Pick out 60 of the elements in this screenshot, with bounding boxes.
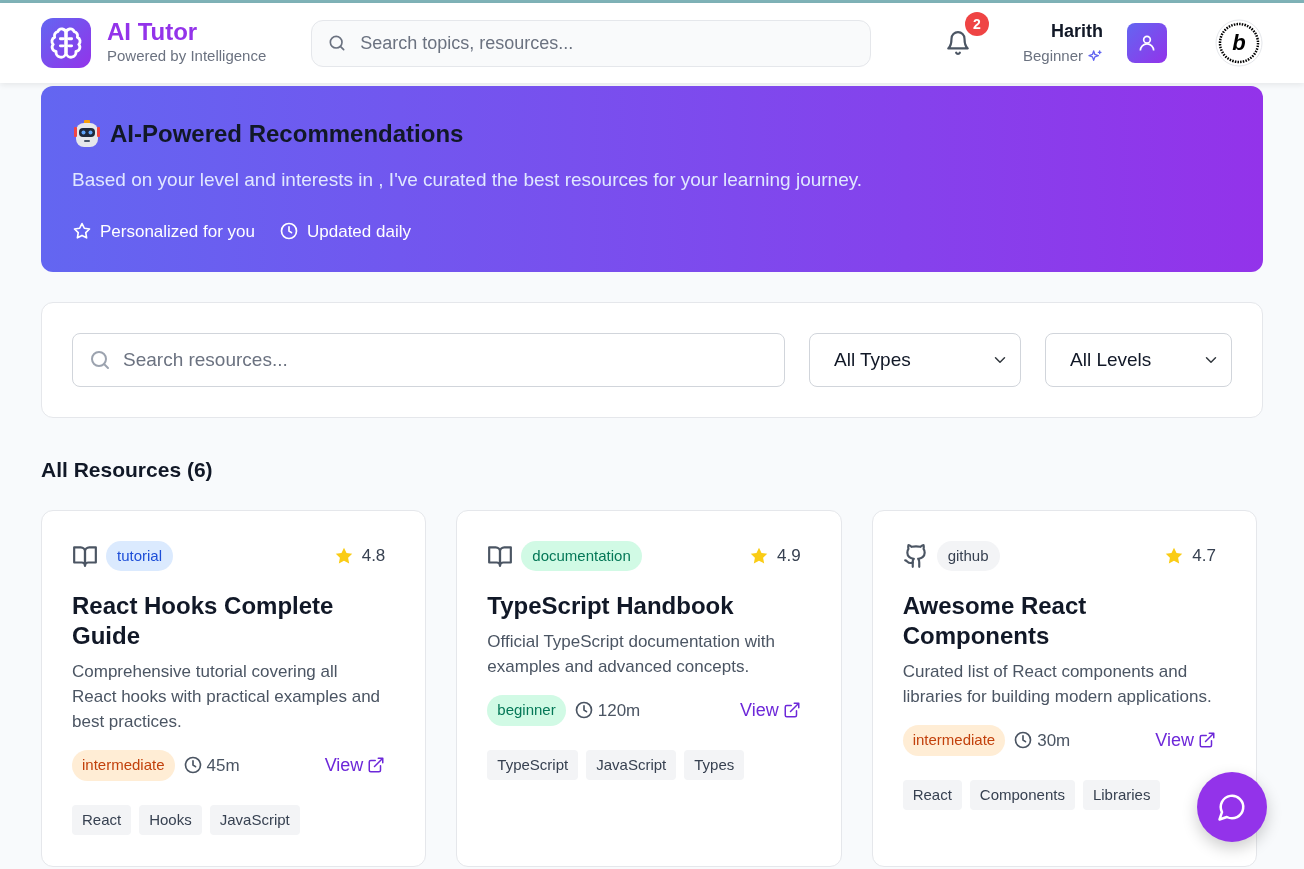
user-name: Harith — [1050, 20, 1103, 44]
topic-tag: Hooks — [139, 804, 202, 835]
type-tag: tutorial — [106, 540, 174, 571]
resource-title: Awesome React Components — [902, 591, 1088, 651]
level-tag: beginner — [487, 695, 566, 726]
search-field[interactable]: Search topics, resources... — [311, 19, 872, 67]
robot-icon — [72, 119, 102, 149]
external-link-icon — [367, 756, 386, 775]
external-link-icon — [782, 701, 801, 720]
logo-icon — [41, 18, 91, 68]
topic-tag: JavaScript — [586, 749, 677, 780]
rating-value: 4.7 — [1192, 545, 1216, 567]
level-select[interactable]: All Levels — [1045, 333, 1232, 387]
notification-count: 2 — [964, 12, 989, 36]
app-tagline: Powered by Intelligence — [107, 45, 267, 66]
user-icon — [1137, 33, 1157, 53]
app-name: AI Tutor — [107, 18, 199, 45]
duration-text: 120m — [597, 699, 641, 722]
topic-tag: TypeScript — [487, 749, 579, 780]
view-link[interactable]: View — [739, 696, 801, 724]
level-tag: intermediate — [72, 750, 175, 781]
topic-tag: React — [902, 779, 962, 810]
feature-label: Personalized for you — [100, 220, 255, 243]
banner-text: Based on your level and interests in , I've curated the best resources for your learning journey. — [72, 168, 864, 192]
star-icon — [72, 221, 92, 242]
resource-title: React Hooks Complete Guide — [72, 591, 335, 651]
duration-text: 45m — [206, 754, 240, 777]
resource-search-field[interactable]: Search resources... — [72, 333, 785, 387]
topic-tag: Libraries — [1082, 779, 1161, 810]
user-level: Beginner — [1022, 46, 1083, 67]
type-tag: github — [936, 540, 1000, 571]
made-with-badge[interactable]: b — [1215, 19, 1263, 67]
topic-tag: React — [72, 804, 132, 835]
topic-tag: JavaScript — [209, 804, 300, 835]
resource-description: Official TypeScript documentation with examples and advanced concepts. — [487, 631, 776, 678]
rating-value: 4.8 — [361, 545, 386, 567]
resource-description: Comprehensive tutorial covering all React hooks with practical examples and best practices. — [72, 661, 382, 733]
banner-title: AI-Powered Recommendations — [110, 119, 464, 149]
clock-icon — [1013, 730, 1034, 751]
level-tag: intermediate — [902, 725, 1006, 756]
view-link[interactable]: View — [1155, 726, 1216, 754]
resource-title: TypeScript Handbook — [487, 591, 735, 621]
type-tag: documentation — [521, 540, 642, 571]
search-icon — [88, 348, 112, 372]
github-icon — [902, 542, 929, 569]
rating-value: 4.9 — [777, 545, 801, 567]
topic-tag: Types — [684, 749, 745, 780]
type-select[interactable]: All Types — [809, 333, 1021, 387]
chat-icon — [1217, 792, 1247, 822]
view-link[interactable]: View — [324, 751, 386, 779]
resource-description: Curated list of React components and libraries for building modern applications. — [902, 661, 1213, 708]
feature-label: Updated daily — [307, 220, 411, 243]
topic-tag: Components — [969, 779, 1075, 810]
clock-icon — [573, 700, 594, 721]
clock-icon — [279, 221, 299, 242]
duration-text: 30m — [1037, 729, 1071, 752]
external-link-icon — [1198, 731, 1216, 750]
profile-button[interactable] — [1127, 23, 1167, 63]
clock-icon — [182, 755, 203, 776]
section-title: All Resources (6) — [41, 457, 214, 483]
